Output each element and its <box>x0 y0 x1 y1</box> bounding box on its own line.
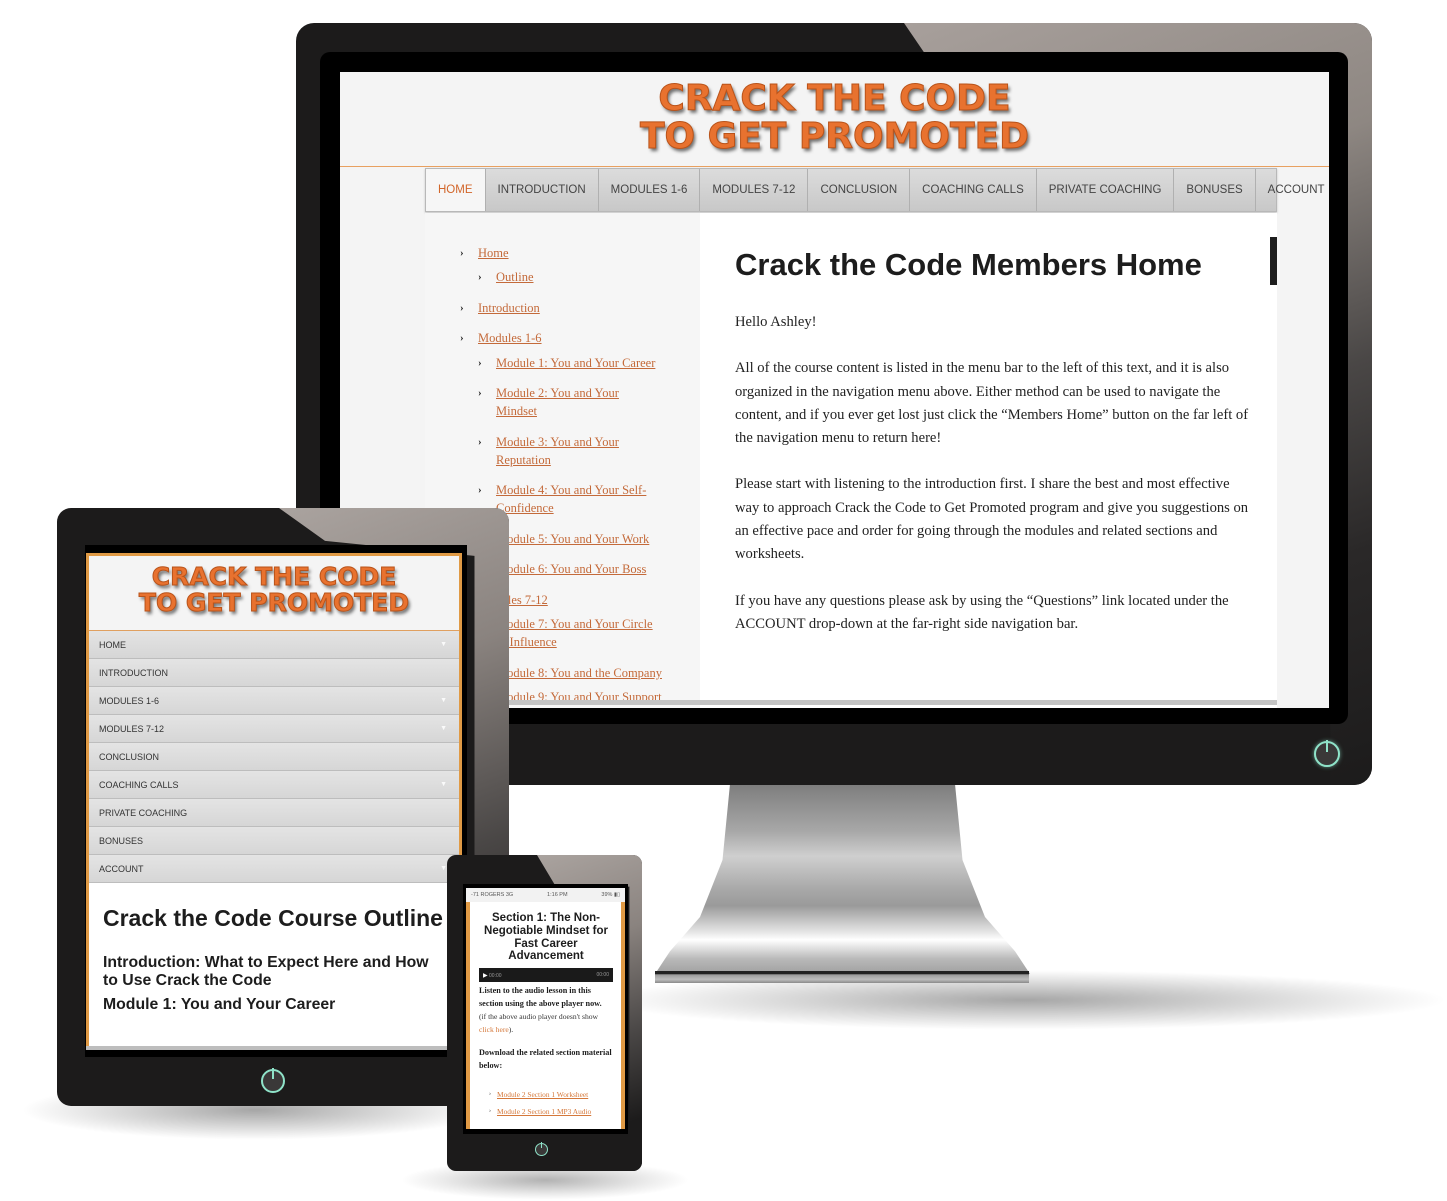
chevron-right-icon: › <box>489 1108 491 1115</box>
download-link[interactable]: › Module 2 Section 1 Worksheet <box>489 1086 613 1103</box>
tablet-nav-item-account[interactable]: ACCOUNT ▼ <box>89 855 459 883</box>
content-bottom-edge <box>425 700 1277 705</box>
phone-status-bar: -71 ROGERS 3G 1:16 PM 39% ▮▯ <box>466 888 625 902</box>
page-title: Crack the Code Members Home <box>735 247 1202 282</box>
audio-duration: 00:00 <box>596 972 609 979</box>
chevron-right-icon: › <box>478 357 482 369</box>
tablet-navigation: HOME ▼ INTRODUCTION MODULES 1-6 ▼ MODULES 7-1… <box>89 631 459 883</box>
download-heading: Download the related section material be… <box>479 1048 612 1071</box>
tablet-page-title: Crack the Code Course Outline <box>103 905 443 931</box>
tablet-nav-item-modules-7-12[interactable]: MODULES 7-12 ▼ <box>89 715 459 743</box>
audio-instruction: Listen to the audio lesson in this secti… <box>479 986 602 1009</box>
tablet-site-logo[interactable]: CRACK THE CODE TO GET PROMOTED <box>89 556 459 617</box>
monitor-base <box>655 971 1029 983</box>
tablet-nav-item-conclusion[interactable]: CONCLUSION <box>89 743 459 771</box>
phone-power-icon <box>535 1142 548 1156</box>
sidebar-link[interactable]: › Module 1: You and Your Career <box>478 354 676 372</box>
paragraph: Please start with listening to the intro… <box>735 476 1249 563</box>
sidebar-link[interactable]: ›Module 8: You and the Company <box>478 664 676 682</box>
tablet-power-icon <box>261 1068 285 1093</box>
clock-label: 1:16 PM <box>547 892 568 898</box>
greeting: Hello Ashley! <box>735 314 817 330</box>
nav-item-home[interactable]: HOME <box>426 169 486 211</box>
dropdown-arrow-icon[interactable]: ▼ <box>440 631 447 659</box>
click-here-link[interactable]: click here <box>479 1025 509 1034</box>
download-list: › Module 2 Section 1 Worksheet › Module 2 … <box>479 1086 613 1120</box>
nav-item-introduction[interactable]: INTRODUCTION <box>486 169 599 211</box>
site-header: CRACK THE CODE TO GET PROMOTED <box>340 72 1329 167</box>
dropdown-arrow-icon[interactable]: ▼ <box>440 687 447 715</box>
tablet-nav-item-introduction[interactable]: INTRODUCTION <box>89 659 459 687</box>
tablet-site-header: CRACK THE CODE TO GET PROMOTED <box>89 556 459 631</box>
nav-item-account[interactable]: ACCOUNT <box>1256 169 1329 211</box>
tablet-content: Crack the Code Course Outline Introducti… <box>89 883 459 1014</box>
audio-fallback: (if the above audio player doesn't show … <box>479 1012 599 1035</box>
sidebar-link[interactable]: › Module 3: You and Your Reputation <box>478 433 636 469</box>
battery-icon: ▮▯ <box>613 892 620 898</box>
nav-item-coaching-calls[interactable]: COACHING CALLS <box>910 169 1037 211</box>
chevron-right-icon: › <box>460 247 464 259</box>
main-navigation: HOME INTRODUCTION MODULES 1-6 MODULES 7-12 C… <box>425 168 1325 212</box>
chevron-right-icon: › <box>478 484 482 496</box>
outline-section[interactable]: Module 1: You and Your Career <box>103 996 445 1014</box>
sidebar-link[interactable]: › Home <box>460 244 509 262</box>
audio-player[interactable]: ▶ 00:00 00:00 <box>479 968 613 983</box>
nav-item-private-coaching[interactable]: PRIVATE COACHING <box>1037 169 1175 211</box>
carrier-label: -71 ROGERS 3G <box>471 892 514 898</box>
sidebar-link[interactable]: › Module 2: You and Your Mindset <box>478 384 636 420</box>
section-title: Section 1: The Non-Negotiable Mindset fo… <box>484 912 608 963</box>
chevron-right-icon: › <box>478 436 482 448</box>
audio-current-time: 00:00 <box>489 972 502 979</box>
paragraph: All of the course content is listed in t… <box>735 360 1249 447</box>
scrollbar-thumb[interactable] <box>1270 237 1277 285</box>
dropdown-arrow-icon[interactable]: ▼ <box>440 855 447 883</box>
page-body: Hello Ashley! All of the course content … <box>735 311 1250 659</box>
tablet-nav-item-home[interactable]: HOME ▼ <box>89 631 459 659</box>
monitor-power-icon <box>1314 740 1340 767</box>
monitor-stand <box>655 784 1030 974</box>
sidebar-link[interactable]: › Introduction <box>460 299 540 317</box>
tablet-nav-item-coaching-calls[interactable]: COACHING CALLS ▼ <box>89 771 459 799</box>
outline-section[interactable]: Introduction: What to Expect Here and Ho… <box>103 954 445 990</box>
chevron-right-icon: › <box>478 387 482 399</box>
download-link[interactable]: › Module 2 Section 1 MP3 Audio <box>489 1103 613 1120</box>
sidebar-link[interactable]: › Module 4: You and Your Self-Confidence <box>478 481 656 517</box>
chevron-right-icon: › <box>489 1091 491 1098</box>
dropdown-arrow-icon[interactable]: ▼ <box>440 771 447 799</box>
nav-item-modules-7-12[interactable]: MODULES 7-12 <box>700 169 809 211</box>
tablet-nav-item-modules-1-6[interactable]: MODULES 1-6 ▼ <box>89 687 459 715</box>
site-logo[interactable]: CRACK THE CODE TO GET PROMOTED <box>340 72 1329 156</box>
play-icon[interactable]: ▶ <box>483 973 488 979</box>
tablet-screen: CRACK THE CODE TO GET PROMOTED HOME ▼ INTR… <box>86 553 462 1047</box>
sidebar-link[interactable]: ›Module 5: You and Your Work <box>478 530 676 548</box>
main-content: Crack the Code Members Home Hello Ashley… <box>700 213 1277 708</box>
nav-item-bonuses[interactable]: BONUSES <box>1174 169 1256 211</box>
sidebar-link[interactable]: › Outline <box>478 268 534 286</box>
tablet-nav-item-bonuses[interactable]: BONUSES <box>89 827 459 855</box>
sidebar-link[interactable]: › Modules 1-6 <box>460 329 542 347</box>
phone-screen: -71 ROGERS 3G 1:16 PM 39% ▮▯ Section 1: … <box>466 888 625 1129</box>
tablet-nav-item-private-coaching[interactable]: PRIVATE COACHING <box>89 799 459 827</box>
chevron-right-icon: › <box>460 302 464 314</box>
phone-page: Section 1: The Non-Negotiable Mindset fo… <box>466 902 625 1129</box>
tablet-content-bottom-edge <box>86 1046 448 1050</box>
paragraph: If you have any questions please ask by … <box>735 592 1229 632</box>
sidebar-link[interactable]: ›Module 6: You and Your Boss <box>478 560 676 578</box>
chevron-right-icon: › <box>460 332 464 344</box>
nav-item-conclusion[interactable]: CONCLUSION <box>808 169 911 211</box>
battery-label: 39% ▮▯ <box>601 892 620 898</box>
chevron-right-icon: › <box>478 271 482 283</box>
sidebar-link[interactable]: ›Module 7: You and Your Circle of Influe… <box>478 615 666 651</box>
nav-item-modules-1-6[interactable]: MODULES 1-6 <box>599 169 701 211</box>
dropdown-arrow-icon[interactable]: ▼ <box>440 715 447 743</box>
